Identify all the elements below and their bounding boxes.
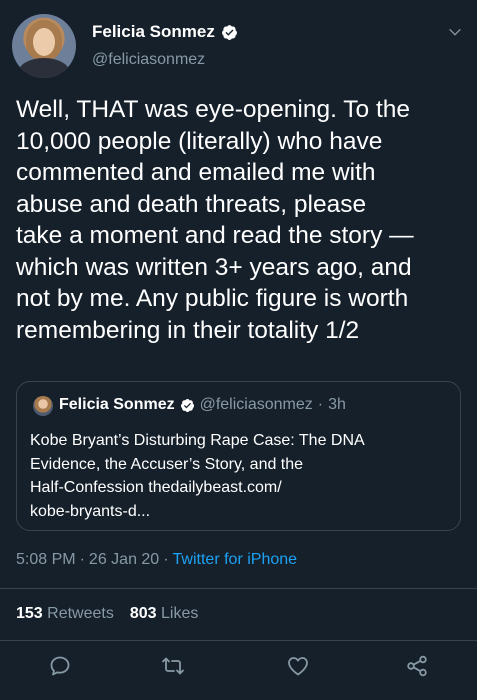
verified-badge-icon — [221, 24, 237, 40]
tweet-date[interactable]: 26 Jan 20 — [89, 551, 159, 569]
verified-badge-icon — [180, 398, 194, 412]
author-name-row[interactable]: Felicia Sonmez — [92, 22, 238, 42]
reply-icon — [50, 656, 70, 676]
action-bar — [0, 650, 477, 684]
retweets-count: 153 — [16, 605, 43, 622]
share-button[interactable] — [405, 654, 429, 678]
author-avatar[interactable] — [12, 14, 76, 78]
tweet-source-link[interactable]: Twitter for iPhone — [173, 551, 298, 569]
meta-separator: · — [79, 551, 85, 568]
meta-separator: · — [163, 551, 169, 568]
like-button[interactable] — [286, 654, 310, 678]
likes-stat[interactable]: 803 Likes — [130, 605, 199, 623]
likes-label: Likes — [161, 605, 199, 622]
retweet-icon — [162, 657, 184, 675]
quoted-time: 3h — [328, 396, 346, 413]
retweets-label: Retweets — [47, 605, 114, 622]
quoted-handle: @feliciasonmez — [199, 396, 313, 413]
tweet-meta: 5:08 PM · 26 Jan 20 · Twitter for iPhone — [16, 551, 297, 569]
avatar-face — [33, 28, 55, 56]
avatar-shoulders — [18, 58, 70, 78]
heart-icon — [288, 657, 308, 676]
quoted-separator: · — [317, 396, 324, 413]
quoted-tweet[interactable]: Felicia Sonmez @feliciasonmez · 3h Kobe … — [16, 381, 461, 531]
author-handle[interactable]: @feliciasonmez — [92, 51, 205, 69]
quoted-author-row: Felicia Sonmez @feliciasonmez · 3h — [59, 396, 346, 414]
tweet-text: Well, THAT was eye-opening. To the 10,00… — [16, 96, 414, 344]
share-icon — [407, 655, 427, 677]
divider — [0, 640, 477, 641]
author-display-name[interactable]: Felicia Sonmez — [92, 22, 215, 42]
quoted-display-name: Felicia Sonmez — [59, 396, 175, 413]
divider — [0, 588, 477, 589]
retweet-button[interactable] — [161, 654, 185, 678]
reply-button[interactable] — [48, 654, 72, 678]
likes-count: 803 — [129, 605, 157, 622]
tweet-stats: 153 Retweets 803 Likes — [16, 605, 198, 623]
quoted-text: Kobe Bryant’s Disturbing Rape Case: The … — [30, 432, 365, 520]
retweets-stat[interactable]: 153 Retweets — [16, 605, 114, 623]
tweet-time[interactable]: 5:08 PM — [16, 551, 76, 569]
chevron-down-icon[interactable] — [447, 24, 463, 40]
tweet-detail: Felicia Sonmez @feliciasonmez Well, THAT… — [0, 0, 477, 700]
quoted-author-avatar — [33, 396, 53, 416]
